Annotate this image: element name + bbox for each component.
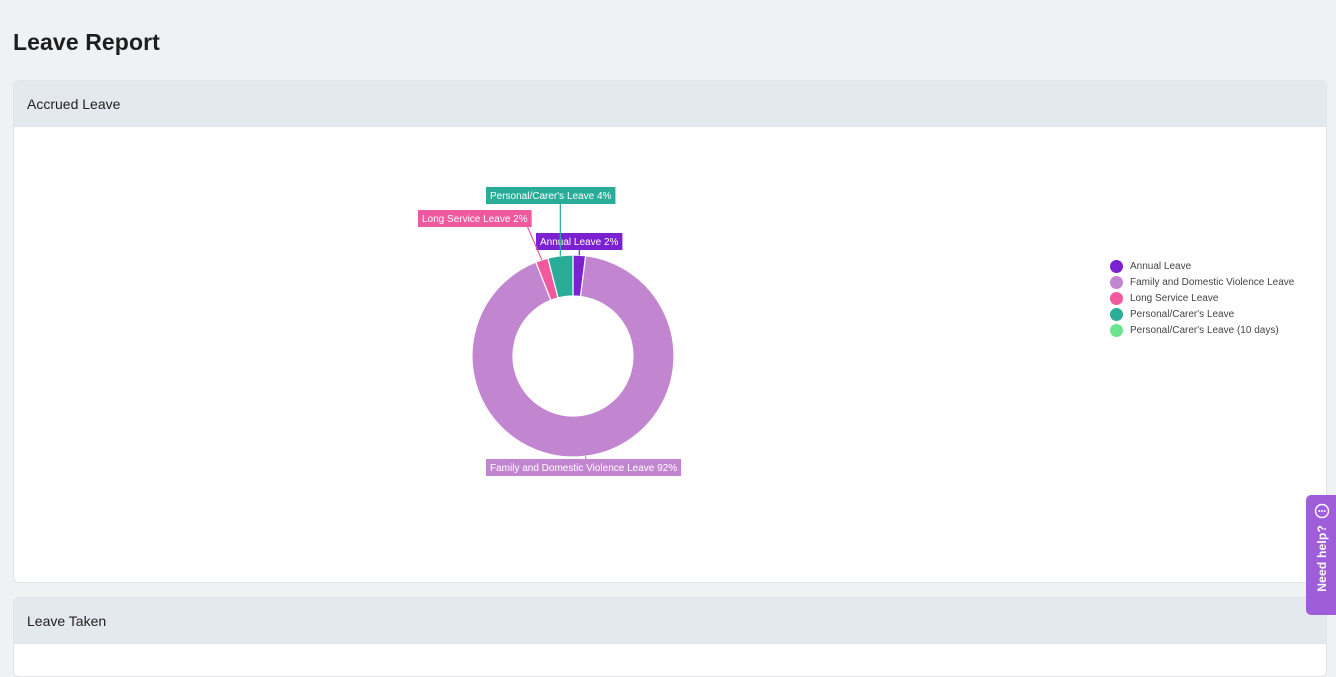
page-title: Leave Report <box>13 29 160 55</box>
legend-item[interactable]: Annual Leave <box>1110 258 1294 274</box>
legend-label: Annual Leave <box>1130 260 1192 272</box>
slice-data-label: Family and Domestic Violence Leave 92% <box>490 463 677 474</box>
need-help-button[interactable]: Need help? <box>1306 495 1336 615</box>
leave-taken-title: Leave Taken <box>27 612 107 629</box>
accrued-leave-card: Accrued Leave Annual Leave 2% Family and … <box>13 80 1327 583</box>
legend-swatch <box>1110 275 1123 289</box>
chart-legend: Annual Leave Family and Domestic Violence… <box>1110 258 1294 338</box>
chat-help-icon <box>1314 503 1330 519</box>
legend-item[interactable]: Personal/Carer's Leave <box>1110 306 1294 322</box>
slice-data-label: Personal/Carer's Leave 4% <box>490 191 612 202</box>
leave-taken-header: Leave Taken <box>14 598 1326 644</box>
legend-item[interactable]: Long Service Leave <box>1110 290 1294 306</box>
legend-label: Personal/Carer's Leave <box>1130 308 1235 320</box>
need-help-label: Need help? <box>1315 525 1329 592</box>
legend-swatch <box>1110 323 1123 337</box>
slice-data-label: Long Service Leave 2% <box>422 214 528 225</box>
legend-label: Personal/Carer's Leave (10 days) <box>1130 324 1279 336</box>
legend-item[interactable]: Personal/Carer's Leave (10 days) <box>1110 322 1294 338</box>
legend-label: Family and Domestic Violence Leave <box>1130 276 1295 288</box>
slice-data-label: Annual Leave 2% <box>540 237 619 248</box>
leave-taken-card: Leave Taken <box>13 597 1327 677</box>
legend-swatch <box>1110 259 1123 273</box>
legend-swatch <box>1110 291 1123 305</box>
legend-item[interactable]: Family and Domestic Violence Leave <box>1110 274 1294 290</box>
legend-swatch <box>1110 307 1123 321</box>
legend-label: Long Service Leave <box>1130 292 1219 304</box>
